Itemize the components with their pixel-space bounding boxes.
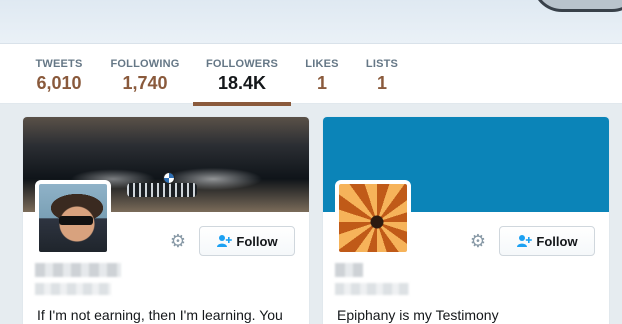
stat-label: TWEETS [35, 58, 83, 70]
stat-value: 1 [376, 73, 387, 93]
blurred-display-name [35, 263, 121, 277]
avatar[interactable] [335, 180, 411, 256]
gear-icon[interactable]: ⚙ [469, 232, 487, 250]
stat-value: 6,010 [36, 73, 82, 93]
sunglasses [59, 216, 93, 225]
gear-icon[interactable]: ⚙ [169, 232, 187, 250]
follow-button[interactable]: Follow [499, 226, 595, 256]
car-grille [127, 183, 197, 197]
header-banner [0, 0, 622, 44]
stat-lists[interactable]: LISTS 1 [362, 44, 402, 104]
add-user-icon [516, 234, 533, 248]
user-bio: If I'm not earning, then I'm learning. Y… [37, 307, 283, 323]
follow-button-label: Follow [236, 233, 278, 249]
user-card[interactable]: ⚙ Follow Epiphany is my Testimony [322, 116, 610, 324]
banner-graphic [532, 0, 622, 12]
stat-likes[interactable]: LIKES 1 [301, 44, 343, 104]
blurred-username [335, 283, 409, 295]
blurred-username [35, 283, 111, 295]
stat-value: 1,740 [122, 73, 168, 93]
stat-following[interactable]: FOLLOWING 1,740 [108, 44, 182, 104]
car-logo [163, 172, 175, 184]
profile-stats-nav: TWEETS 6,010 FOLLOWING 1,740 FOLLOWERS 1… [0, 44, 622, 106]
user-bio: Epiphany is my Testimony [337, 307, 499, 323]
stat-label: FOLLOWERS [205, 58, 279, 70]
blurred-display-name [335, 263, 363, 277]
stat-value: 1 [316, 73, 327, 93]
stat-label: LISTS [365, 58, 399, 70]
user-card[interactable]: ⚙ Follow If I'm not earning, then I'm le… [22, 116, 310, 324]
avatar[interactable] [35, 180, 111, 256]
stat-followers[interactable]: FOLLOWERS 18.4K [193, 44, 291, 106]
follow-button-label: Follow [536, 233, 578, 249]
stat-value: 18.4K [217, 73, 267, 93]
add-user-icon [216, 234, 233, 248]
stat-tweets[interactable]: TWEETS 6,010 [34, 44, 84, 104]
follow-button[interactable]: Follow [199, 226, 295, 256]
stat-label: FOLLOWING [110, 58, 180, 70]
stat-label: LIKES [305, 58, 339, 70]
